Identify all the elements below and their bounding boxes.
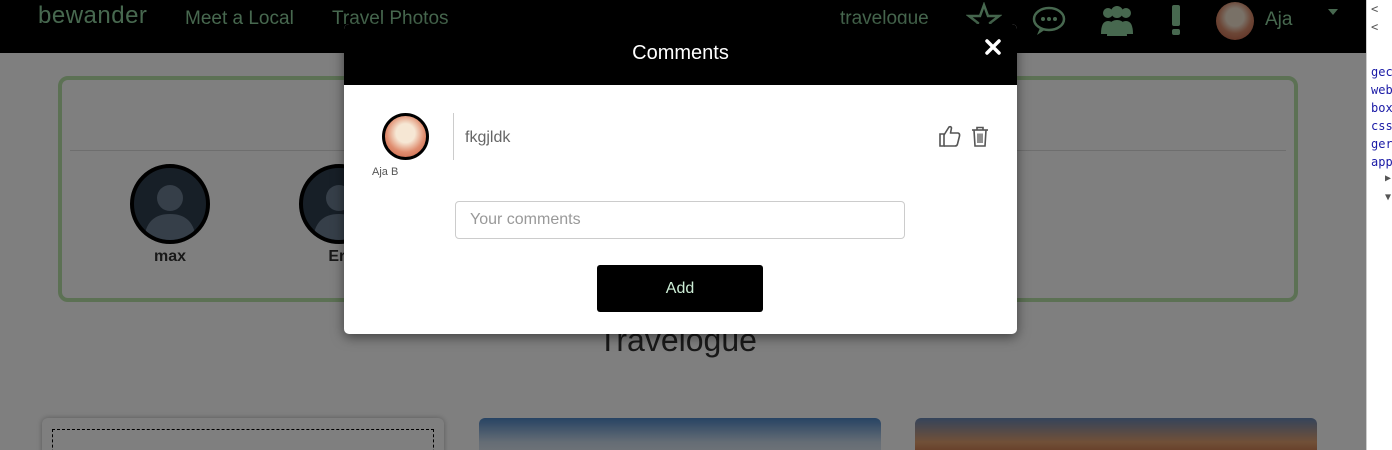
devtools-line: gec xyxy=(1371,65,1392,79)
comment-author-name: Aja B xyxy=(372,166,399,178)
devtools-panel: < < gec web box css ger app ▶ ▼ xyxy=(1366,0,1392,450)
collapse-arrow-icon[interactable]: ▼ xyxy=(1385,192,1391,203)
devtools-line: web xyxy=(1371,83,1392,97)
devtools-line: < xyxy=(1371,2,1379,16)
modal-header: Comments xyxy=(344,24,1017,85)
devtools-line: css xyxy=(1371,119,1392,133)
comment-author-avatar xyxy=(382,113,429,160)
page: bewander Meet a Local Travel Photos trav… xyxy=(0,0,1366,450)
comments-modal: Comments Aja B fkgjldk Add xyxy=(344,24,1017,334)
devtools-line: < xyxy=(1371,20,1379,34)
comment-text: fkgjldk xyxy=(465,129,511,146)
devtools-line: box xyxy=(1371,101,1392,115)
thumbs-up-icon[interactable] xyxy=(938,124,962,148)
expand-arrow-icon[interactable]: ▶ xyxy=(1385,173,1391,184)
modal-title: Comments xyxy=(632,42,729,64)
close-icon[interactable] xyxy=(984,38,1002,56)
comment-divider xyxy=(453,113,454,160)
trash-icon[interactable] xyxy=(970,125,990,147)
add-comment-button[interactable]: Add xyxy=(597,265,763,312)
devtools-line: ger xyxy=(1371,137,1392,151)
devtools-line: app xyxy=(1371,155,1392,169)
comment-input[interactable] xyxy=(455,201,905,239)
